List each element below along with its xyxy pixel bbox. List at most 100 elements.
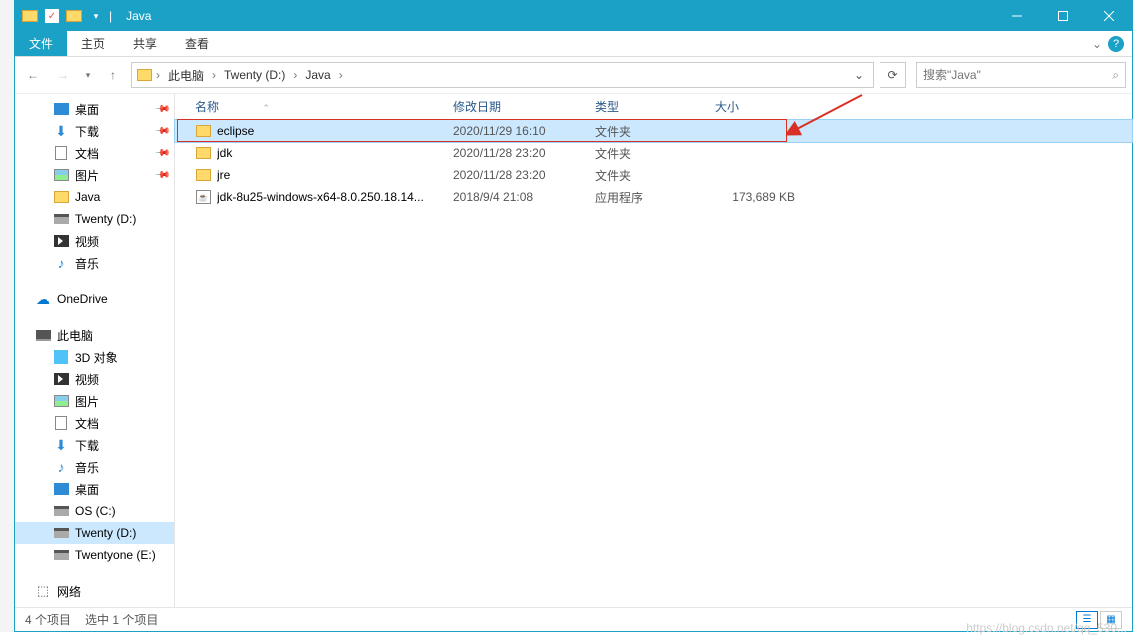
file-type: 文件夹 (595, 123, 715, 140)
refresh-button[interactable]: ⟳ (880, 62, 906, 88)
sidebar-item[interactable]: 桌面📌 (15, 98, 174, 120)
tab-view[interactable]: 查看 (171, 31, 223, 56)
file-date: 2020/11/28 23:20 (453, 146, 595, 160)
status-selected-count: 选中 1 个项目 (85, 611, 158, 628)
column-label: 名称 (195, 100, 219, 114)
pc-icon (35, 327, 51, 343)
close-button[interactable] (1086, 1, 1132, 31)
pin-icon: 📌 (153, 167, 170, 184)
sidebar-item[interactable]: Twentyone (E:) (15, 544, 174, 566)
help-icon[interactable]: ? (1108, 36, 1124, 52)
video-icon (53, 233, 69, 249)
file-type: 文件夹 (595, 167, 715, 184)
file-date: 2018/9/4 21:08 (453, 190, 595, 204)
view-icons-button[interactable]: ▦ (1100, 611, 1122, 629)
tab-home[interactable]: 主页 (67, 31, 119, 56)
sidebar-item[interactable]: 3D 对象 (15, 346, 174, 368)
recent-dropdown[interactable]: ▾ (81, 63, 95, 87)
sidebar-item[interactable]: Twenty (D:) (15, 208, 174, 230)
sidebar-item[interactable]: Java (15, 186, 174, 208)
column-header-type[interactable]: 类型 (595, 98, 715, 115)
sidebar-item[interactable]: ♪音乐 (15, 252, 174, 274)
sidebar-item-label: 图片 (75, 167, 99, 184)
search-box[interactable]: ⌕ (916, 62, 1126, 88)
file-size: 173,689 KB (715, 190, 815, 204)
chevron-right-icon[interactable]: › (337, 68, 345, 82)
navigation-pane: 桌面📌⬇下载📌文档📌图片📌JavaTwenty (D:)视频♪音乐 ☁ OneD… (15, 94, 175, 607)
chevron-right-icon[interactable]: › (210, 68, 218, 82)
column-header-date[interactable]: 修改日期 (453, 98, 595, 115)
folder-icon (21, 7, 39, 25)
sidebar-item[interactable]: 视频 (15, 368, 174, 390)
up-button[interactable]: ↑ (101, 63, 125, 87)
pic-icon (53, 393, 69, 409)
minimize-button[interactable] (994, 1, 1040, 31)
explorer-window: ✓ ▾ | Java 文件 主页 共享 查看 ⌄ ? ← → ▾ ↑ › 此电脑 (14, 0, 1133, 632)
doc-icon (53, 415, 69, 431)
drive-icon (53, 547, 69, 563)
window-controls (994, 1, 1132, 31)
sidebar-item-label: 音乐 (75, 459, 99, 476)
background-fragment (0, 0, 14, 632)
tab-share[interactable]: 共享 (119, 31, 171, 56)
column-headers: 名称 ⌃ 修改日期 类型 大小 (175, 94, 1132, 120)
file-row[interactable]: jre2020/11/28 23:20文件夹 (175, 164, 1132, 186)
ribbon: 文件 主页 共享 查看 ⌄ ? (15, 31, 1132, 57)
sidebar-item-label: 视频 (75, 233, 99, 250)
sidebar-item[interactable]: 桌面 (15, 478, 174, 500)
drive-icon (53, 211, 69, 227)
music-icon: ♪ (53, 459, 69, 475)
search-icon[interactable]: ⌕ (1112, 68, 1119, 83)
forward-button[interactable]: → (51, 63, 75, 87)
folder-icon (195, 167, 211, 183)
chevron-right-icon[interactable]: › (154, 68, 162, 82)
desktop-icon (53, 101, 69, 117)
breadcrumb-folder[interactable]: Java (301, 66, 334, 84)
sidebar-item[interactable]: 文档 (15, 412, 174, 434)
sidebar-item[interactable]: OS (C:) (15, 500, 174, 522)
file-row[interactable]: jdk2020/11/28 23:20文件夹 (175, 142, 1132, 164)
pin-icon: 📌 (153, 145, 170, 162)
maximize-button[interactable] (1040, 1, 1086, 31)
sidebar-item[interactable]: ♪ 音乐 (15, 456, 174, 478)
back-button[interactable]: ← (21, 63, 45, 87)
file-row[interactable]: eclipse2020/11/29 16:10文件夹 (175, 120, 1132, 142)
java-icon: ☕ (195, 189, 211, 205)
sort-indicator-icon: ⌃ (262, 103, 270, 114)
sidebar-item-network[interactable]: ⬚ 网络 (15, 580, 174, 602)
breadcrumb-drive[interactable]: Twenty (D:) (220, 66, 289, 84)
sidebar-item[interactable]: 视频 (15, 230, 174, 252)
file-date: 2020/11/29 16:10 (453, 124, 595, 138)
column-header-name[interactable]: 名称 ⌃ (195, 98, 453, 115)
file-name: jdk-8u25-windows-x64-8.0.250.18.14... (217, 190, 453, 204)
address-dropdown-icon[interactable]: ⌄ (849, 68, 869, 82)
music-icon: ♪ (53, 255, 69, 271)
chevron-down-icon[interactable]: ⌄ (1092, 37, 1102, 51)
drive-icon (53, 503, 69, 519)
sidebar-item-this-pc[interactable]: 此电脑 (15, 324, 174, 346)
folder-icon (65, 7, 83, 25)
qat-dropdown-icon[interactable]: ▾ (87, 7, 105, 25)
sidebar-item[interactable]: ⬇下载 (15, 434, 174, 456)
sidebar-item[interactable]: 文档📌 (15, 142, 174, 164)
sidebar-item-label: 下载 (75, 123, 99, 140)
sidebar-item[interactable]: 图片 (15, 390, 174, 412)
properties-icon[interactable]: ✓ (43, 7, 61, 25)
sidebar-item-label: OS (C:) (75, 504, 116, 518)
tab-file[interactable]: 文件 (15, 31, 67, 56)
view-details-button[interactable]: ☰ (1076, 611, 1098, 629)
sidebar-item[interactable]: ⬇下载📌 (15, 120, 174, 142)
quick-access-toolbar: ✓ ▾ (15, 7, 105, 25)
breadcrumb-pc[interactable]: 此电脑 (164, 65, 208, 86)
sidebar-item[interactable]: Twenty (D:) (15, 522, 174, 544)
sidebar-item[interactable]: 图片 📌 (15, 164, 174, 186)
address-bar[interactable]: › 此电脑 › Twenty (D:) › Java › ⌄ (131, 62, 874, 88)
sidebar-item-onedrive[interactable]: ☁ OneDrive (15, 288, 174, 310)
desktop-icon (53, 481, 69, 497)
chevron-right-icon[interactable]: › (291, 68, 299, 82)
file-row[interactable]: ☕ jdk-8u25-windows-x64-8.0.250.18.14...20… (175, 186, 1132, 208)
column-header-size[interactable]: 大小 (715, 98, 815, 115)
search-input[interactable] (923, 68, 1112, 82)
drive-icon (53, 525, 69, 541)
sidebar-item-label: 网络 (57, 583, 81, 600)
